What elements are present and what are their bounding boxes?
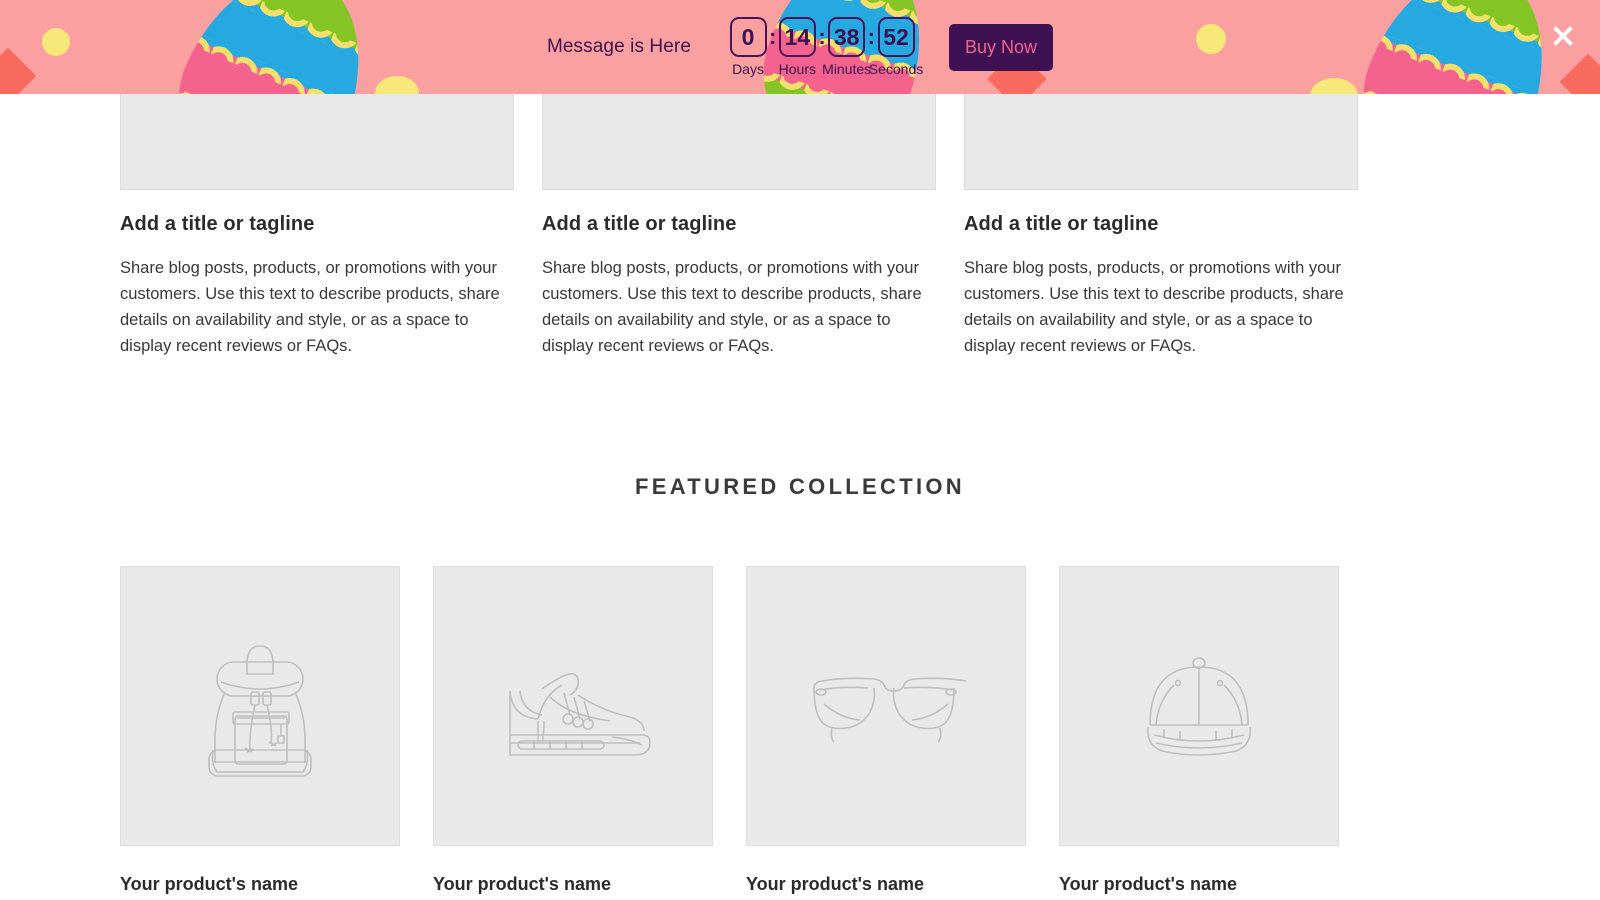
promo-banner: Message is Here 0 Days : 14 Hours : 38 M…: [0, 0, 1600, 94]
countdown-label-hours: Hours: [778, 61, 817, 77]
product-image-placeholder[interactable]: [120, 566, 400, 846]
sneaker-icon: [509, 672, 651, 756]
column-title: Add a title or tagline: [542, 213, 737, 235]
product-card[interactable]: Your product's name: [120, 566, 400, 895]
product-name: Your product's name: [433, 874, 611, 894]
eyeglasses-icon: [813, 677, 966, 743]
countdown-value-minutes: 38: [828, 17, 866, 57]
buy-now-button[interactable]: Buy Now: [949, 23, 1054, 71]
countdown-label-days: Days: [732, 61, 764, 77]
countdown-label-seconds: Seconds: [868, 61, 924, 77]
product-image-placeholder[interactable]: [433, 566, 713, 846]
backpack-icon: [208, 645, 312, 777]
column-body: Share blog posts, products, or promotion…: [542, 259, 922, 355]
column-title: Add a title or tagline: [120, 213, 315, 235]
countdown-value-seconds: 52: [877, 17, 915, 57]
close-icon[interactable]: [1548, 21, 1578, 51]
featured-collection-heading: FEATURED COLLECTION: [635, 474, 965, 499]
promo-message: Message is Here: [546, 36, 692, 57]
product-name: Your product's name: [1059, 874, 1237, 894]
product-image-placeholder[interactable]: [1059, 566, 1339, 846]
column-title: Add a title or tagline: [964, 213, 1159, 235]
storefront-page: Add a title or tagline Share blog posts,…: [0, 0, 1600, 900]
product-card[interactable]: Your product's name: [1059, 566, 1339, 895]
countdown-timer: 0 Days : 14 Hours : 38 Minutes : 52 Seco…: [717, 17, 927, 77]
promo-banner-content: Message is Here 0 Days : 14 Hours : 38 M…: [0, 0, 1600, 94]
baseball-cap-icon: [1146, 657, 1252, 756]
product-name: Your product's name: [746, 874, 924, 894]
column-body: Share blog posts, products, or promotion…: [964, 259, 1344, 355]
product-card[interactable]: Your product's name: [433, 566, 713, 895]
product-grid: Your product's name Your product's name …: [120, 566, 1342, 895]
product-name: Your product's name: [120, 874, 298, 894]
countdown-unit-seconds: 52 Seconds: [865, 17, 927, 77]
countdown-value-hours: 14: [778, 17, 816, 57]
countdown-value-days: 0: [729, 17, 767, 57]
product-card[interactable]: Your product's name: [746, 566, 1026, 895]
product-image-placeholder[interactable]: [746, 566, 1026, 846]
countdown-label-minutes: Minutes: [822, 61, 872, 77]
column-body: Share blog posts, products, or promotion…: [120, 259, 500, 355]
